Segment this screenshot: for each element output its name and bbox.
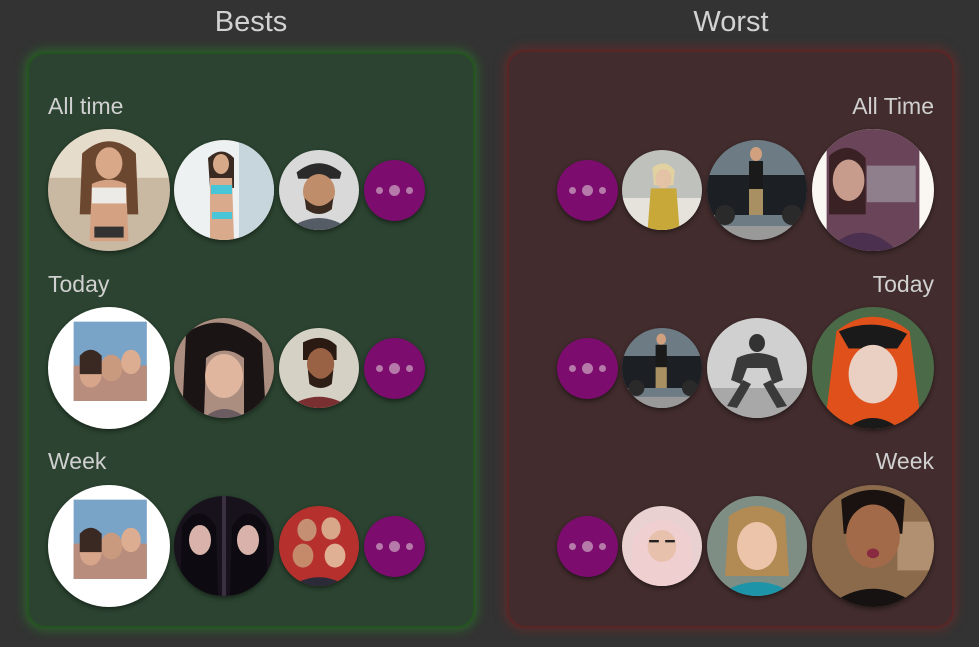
- user-avatar[interactable]: [707, 318, 807, 418]
- more-best-all-time-button[interactable]: [364, 160, 425, 221]
- bests-column-title: Bests: [214, 6, 288, 38]
- more-dots-icon: [569, 365, 576, 372]
- more-dots-icon: [569, 187, 576, 194]
- user-avatar[interactable]: [48, 129, 170, 251]
- user-avatar[interactable]: [812, 485, 934, 607]
- more-worst-today-button[interactable]: [557, 338, 618, 399]
- user-avatar[interactable]: [622, 150, 702, 230]
- more-dots-icon: [376, 543, 383, 550]
- more-dots-icon: [376, 365, 383, 372]
- user-avatar[interactable]: [707, 140, 807, 240]
- more-dots-icon: [569, 543, 576, 550]
- user-avatar[interactable]: [279, 150, 359, 230]
- worst-week-label: Week: [875, 448, 934, 474]
- user-avatar[interactable]: [812, 307, 934, 429]
- user-avatar[interactable]: [622, 506, 702, 586]
- worst-today-label: Today: [872, 271, 934, 297]
- bests-all-time-label: All time: [48, 93, 124, 119]
- user-avatar[interactable]: [174, 318, 274, 418]
- more-best-week-button[interactable]: [364, 516, 425, 577]
- user-avatar[interactable]: [48, 485, 170, 607]
- more-best-today-button[interactable]: [364, 338, 425, 399]
- bests-today-label: Today: [48, 271, 110, 297]
- user-avatar[interactable]: [812, 129, 934, 251]
- user-avatar[interactable]: [48, 307, 170, 429]
- user-avatar[interactable]: [174, 140, 274, 240]
- more-worst-all-time-button[interactable]: [557, 160, 618, 221]
- worst-column-title: Worst: [693, 6, 769, 38]
- user-avatar[interactable]: [279, 328, 359, 408]
- bests-week-label: Week: [48, 448, 107, 474]
- user-avatar[interactable]: [622, 328, 702, 408]
- more-dots-icon: [376, 187, 383, 194]
- user-avatar[interactable]: [174, 496, 274, 596]
- user-avatar[interactable]: [279, 506, 359, 586]
- worst-all-time-label: All Time: [852, 93, 934, 119]
- more-worst-week-button[interactable]: [557, 516, 618, 577]
- user-avatar[interactable]: [707, 496, 807, 596]
